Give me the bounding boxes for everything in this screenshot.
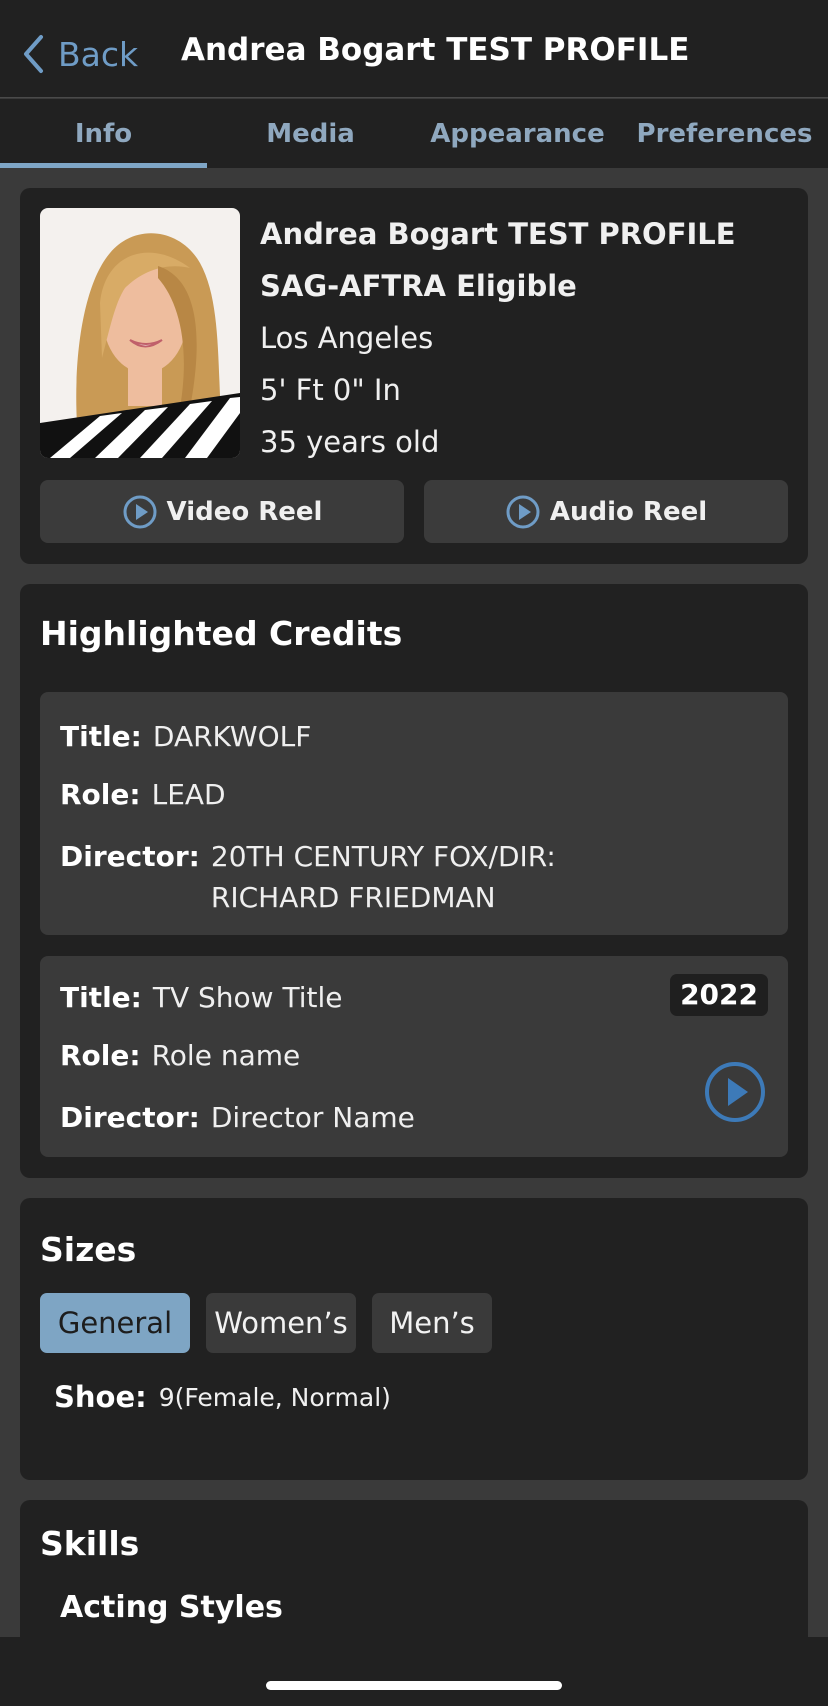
video-reel-button[interactable]: Video Reel xyxy=(40,480,404,543)
play-circle-icon xyxy=(506,495,540,528)
profile-age: 35 years old xyxy=(260,425,440,459)
sizes-section-title: Sizes xyxy=(40,1230,137,1269)
director-label: Director: xyxy=(60,1101,200,1134)
credit-role: Role name xyxy=(151,1039,301,1072)
credits-section-title: Highlighted Credits xyxy=(40,614,403,653)
director-label: Director: xyxy=(60,840,200,873)
credit-title: TV Show Title xyxy=(152,981,343,1014)
size-tab-womens[interactable]: Women’s xyxy=(206,1293,356,1353)
profile-height: 5' Ft 0" In xyxy=(260,373,401,407)
role-label: Role: xyxy=(60,1039,141,1072)
credit-item[interactable]: Title: TV Show Title Role: Role name Dir… xyxy=(40,956,788,1157)
page-title: Andrea Bogart TEST PROFILE xyxy=(181,32,690,68)
credit-role: LEAD xyxy=(151,778,226,811)
credit-play-button[interactable] xyxy=(704,1061,766,1127)
nav-header: Back Andrea Bogart TEST PROFILE xyxy=(0,0,828,98)
title-label: Title: xyxy=(60,981,142,1014)
title-label: Title: xyxy=(60,720,142,753)
profile-details: Andrea Bogart TEST PROFILE SAG-AFTRA Eli… xyxy=(260,208,736,468)
home-indicator[interactable] xyxy=(266,1681,562,1690)
video-reel-label: Video Reel xyxy=(166,496,323,527)
tab-info[interactable]: Info xyxy=(0,99,207,168)
skills-section-title: Skills xyxy=(40,1524,140,1563)
credit-director: Director Name xyxy=(210,1101,415,1134)
shoe-size-row: Shoe: 9(Female, Normal) xyxy=(54,1380,391,1414)
sizes-card: Sizes General Women’s Men’s Shoe: 9(Fema… xyxy=(20,1198,808,1480)
tab-preferences[interactable]: Preferences xyxy=(621,99,828,168)
credit-director: 20TH CENTURY FOX/DIR: RICHARD FRIEDMAN xyxy=(210,840,556,914)
credit-title-row: Title: TV Show Title xyxy=(60,977,343,1018)
role-label: Role: xyxy=(60,778,141,811)
credit-role-row: Role: Role name xyxy=(60,1035,300,1076)
credit-item[interactable]: Title: DARKWOLF Role: LEAD Director: 20T… xyxy=(40,692,788,935)
tab-media[interactable]: Media xyxy=(207,99,414,168)
credit-year-badge: 2022 xyxy=(670,974,768,1016)
profile-card: Andrea Bogart TEST PROFILE SAG-AFTRA Eli… xyxy=(20,188,808,564)
play-circle-icon xyxy=(123,495,157,528)
profile-location: Los Angeles xyxy=(260,321,434,355)
credit-role-row: Role: LEAD xyxy=(60,774,226,815)
chevron-left-icon xyxy=(24,35,43,73)
credit-director-row: Director: Director Name xyxy=(60,1097,415,1138)
union-status: SAG-AFTRA Eligible xyxy=(260,269,577,303)
home-indicator-area xyxy=(0,1637,828,1706)
credit-director-row: Director: 20TH CENTURY FOX/DIR: RICHARD … xyxy=(60,836,556,918)
profile-name: Andrea Bogart TEST PROFILE xyxy=(260,217,736,251)
profile-photo[interactable] xyxy=(40,208,240,458)
size-tab-general[interactable]: General xyxy=(40,1293,190,1353)
skills-card: Skills Acting Styles xyxy=(20,1500,808,1660)
audio-reel-button[interactable]: Audio Reel xyxy=(424,480,788,543)
highlighted-credits-card: Highlighted Credits Title: DARKWOLF Role… xyxy=(20,584,808,1178)
shoe-label: Shoe: xyxy=(54,1380,147,1414)
back-button[interactable]: Back xyxy=(22,30,138,78)
back-label: Back xyxy=(58,34,139,74)
shoe-value: 9(Female, Normal) xyxy=(158,1382,391,1412)
credit-title: DARKWOLF xyxy=(152,720,312,753)
profile-tab-bar: Info Media Appearance Preferences xyxy=(0,99,828,168)
skill-group-title: Acting Styles xyxy=(60,1590,283,1625)
audio-reel-label: Audio Reel xyxy=(549,496,708,527)
tab-appearance[interactable]: Appearance xyxy=(414,99,621,168)
size-tab-mens[interactable]: Men’s xyxy=(372,1293,492,1353)
play-circle-icon xyxy=(705,1062,765,1122)
credit-title-row: Title: DARKWOLF xyxy=(60,716,311,757)
